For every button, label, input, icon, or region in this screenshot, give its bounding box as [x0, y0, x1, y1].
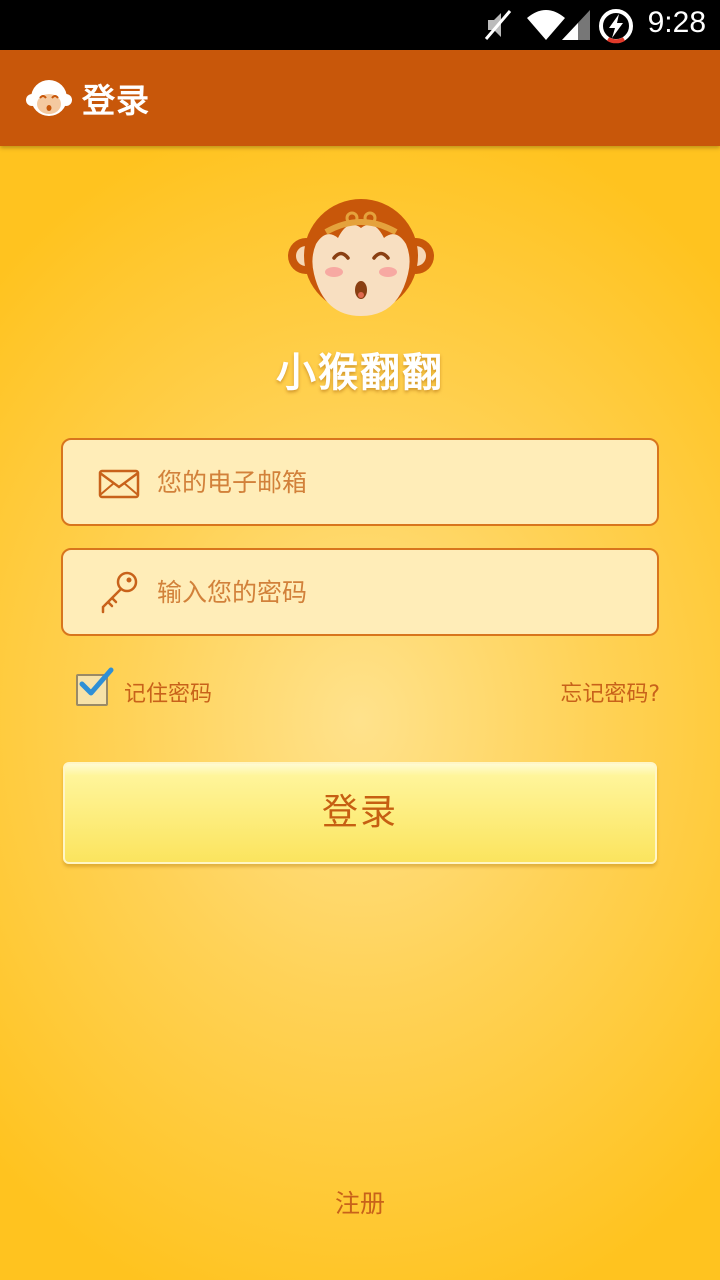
mute-icon	[484, 10, 512, 40]
monkey-face-icon	[288, 199, 434, 316]
page-title: 登录	[82, 81, 150, 120]
signal-icon	[562, 10, 590, 40]
email-field[interactable]	[61, 438, 659, 526]
email-input[interactable]	[157, 440, 637, 524]
password-input[interactable]	[157, 550, 637, 634]
monkey-logo-icon[interactable]	[26, 76, 72, 120]
register-link[interactable]: 注册	[0, 1184, 720, 1220]
clock-time: 9:28	[647, 6, 706, 39]
action-bar: 登录	[0, 50, 720, 146]
password-field[interactable]	[61, 548, 659, 636]
forgot-password-link[interactable]: 忘记密码?	[560, 676, 660, 708]
checkmark-icon	[79, 667, 114, 696]
envelope-icon	[98, 469, 140, 499]
battery-charging-icon	[599, 9, 633, 44]
app-name: 小猴翻翻	[276, 350, 444, 396]
status-bar: 9:28	[0, 0, 720, 50]
remember-password-label[interactable]: 记住密码	[124, 676, 212, 708]
key-icon	[101, 571, 138, 614]
login-button[interactable]: 登录	[63, 762, 657, 864]
